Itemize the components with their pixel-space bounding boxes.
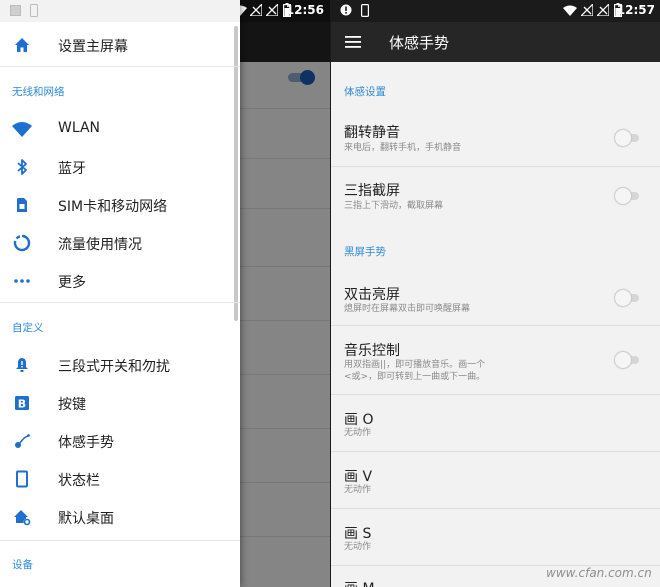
drawer-item-label: 流量使用情况 [58, 237, 142, 253]
drawer-item-label: 设置主屏幕 [58, 39, 128, 55]
status-bar-icon [16, 470, 28, 488]
row-divider [331, 166, 660, 167]
drawer-divider [0, 66, 240, 67]
setting-title: 画 M [344, 578, 375, 587]
notification-square-icon [10, 5, 21, 16]
setting-title: 音乐控制 [344, 343, 400, 359]
status-time: 12:56 [285, 3, 324, 17]
wifi-status-icon [563, 5, 577, 16]
status-time: 12:57 [616, 3, 655, 17]
watermark: www.cfan.com.cn [546, 566, 652, 580]
setting-draw-v[interactable]: 画 V 无动作 [331, 452, 660, 508]
drawer-item-label: 按键 [58, 397, 86, 413]
drawer-item-more[interactable]: 更多 [0, 262, 234, 300]
drawer-item-gestures[interactable]: 体感手势 [0, 422, 234, 460]
toggle-switch[interactable] [615, 290, 641, 306]
left-screen: 12:56 设置主屏幕 无线和网络 WLAN 蓝牙 SIM卡和移动网络 流量使用… [0, 0, 330, 587]
setting-three-finger-screenshot[interactable]: 三指截屏 三指上下滑动，截取屏幕 [331, 168, 660, 224]
toggle-switch[interactable] [615, 130, 641, 146]
alert-circle-icon [340, 4, 352, 16]
drawer-item-bluetooth[interactable]: 蓝牙 [0, 148, 234, 186]
toggle-switch[interactable] [615, 188, 641, 204]
bluetooth-icon [17, 159, 27, 175]
setting-title: 双击亮屏 [344, 287, 400, 303]
setting-double-tap-to-wake[interactable]: 双击亮屏 熄屏时在屏幕双击即可唤醒屏幕 [331, 270, 660, 326]
drawer-item-label: 状态栏 [58, 473, 100, 489]
wifi-icon [12, 122, 32, 137]
drawer-item-status-bar[interactable]: 状态栏 [0, 460, 234, 498]
setting-title: 画 S [344, 526, 372, 542]
setting-title: 翻转静音 [344, 125, 400, 141]
drawer-item-buttons[interactable]: B 按键 [0, 384, 234, 422]
no-signal-icon [581, 4, 593, 16]
alert-slider-icon [16, 358, 28, 372]
setting-summary: 用双指画||，即可播放音乐。画一个 [344, 360, 486, 370]
setting-summary: 熄屏时在屏幕双击即可唤醒屏幕 [344, 304, 471, 314]
home-icon [15, 38, 29, 52]
setting-draw-s[interactable]: 画 S 无动作 [331, 509, 660, 565]
status-bar: 12:57 [331, 0, 660, 22]
no-signal-icon [250, 4, 262, 16]
drawer-status-area [0, 0, 240, 22]
drawer-divider [0, 540, 240, 541]
drawer-item-sim-mobile-network[interactable]: SIM卡和移动网络 [0, 186, 234, 224]
toolbar: 体感手势 [331, 22, 660, 62]
drawer-item-default-launcher[interactable]: 默认桌面 [0, 498, 234, 536]
setting-music-control[interactable]: 音乐控制 用双指画||，即可播放音乐。画一个 <或>，即可转到上一曲或下一曲。 [331, 326, 660, 394]
default-home-icon [14, 510, 31, 526]
setting-title: 画 V [344, 469, 373, 485]
setting-draw-o[interactable]: 画 O 无动作 [331, 395, 660, 451]
setting-summary: 无动作 [344, 428, 372, 438]
section-header-wireless: 无线和网络 [12, 86, 65, 98]
sim-card-icon [17, 198, 27, 212]
notification-phone-icon [361, 4, 369, 17]
setting-summary: 来电后，翻转手机，手机静音 [344, 143, 462, 153]
drawer-scrollbar[interactable] [234, 26, 238, 321]
drawer-item-label: 蓝牙 [58, 161, 86, 177]
section-header-device: 设备 [12, 559, 33, 571]
svg-text:B: B [18, 398, 26, 411]
more-icon [14, 279, 30, 283]
drawer-divider [0, 302, 240, 303]
setting-summary-line-2: <或>，即可转到上一曲或下一曲。 [344, 372, 486, 382]
menu-icon[interactable] [345, 34, 363, 50]
no-signal-icon [266, 4, 278, 16]
setting-flip-to-mute[interactable]: 翻转静音 来电后，翻转手机，手机静音 [331, 112, 660, 168]
section-header-customize: 自定义 [12, 322, 44, 334]
navigation-drawer: 设置主屏幕 无线和网络 WLAN 蓝牙 SIM卡和移动网络 流量使用情况 更多 … [0, 0, 240, 587]
page-title: 体感手势 [389, 34, 450, 52]
setting-title: 三指截屏 [344, 183, 400, 199]
drawer-item-label: 更多 [58, 275, 86, 291]
drawer-item-label: 三段式开关和勿扰 [58, 359, 170, 375]
section-header-screen-off-gestures: 黑屏手势 [344, 246, 386, 258]
toggle-switch[interactable] [615, 352, 641, 368]
setting-title: 画 O [344, 412, 374, 428]
drawer-item-alert-slider[interactable]: 三段式开关和勿扰 [0, 346, 234, 384]
data-usage-icon [13, 234, 31, 252]
setting-summary: 无动作 [344, 542, 372, 552]
drawer-item-data-usage[interactable]: 流量使用情况 [0, 224, 234, 262]
drawer-item-wlan[interactable]: WLAN [0, 110, 234, 148]
buttons-icon: B [15, 396, 29, 411]
setting-summary: 三指上下滑动，截取屏幕 [344, 201, 444, 211]
drawer-item-label: 默认桌面 [58, 511, 114, 527]
drawer-item-label: 体感手势 [58, 435, 114, 451]
drawer-item-label: SIM卡和移动网络 [58, 199, 168, 215]
right-screen: 12:57 体感手势 体感设置 翻转静音 来电后，翻转手机，手机静音 三指截屏 … [330, 0, 660, 587]
section-header-motion-settings: 体感设置 [344, 86, 386, 98]
setting-summary: 无动作 [344, 485, 372, 495]
gestures-icon [15, 434, 30, 448]
drawer-item-set-home-screen[interactable]: 设置主屏幕 [0, 26, 234, 64]
notification-phone-icon [30, 4, 38, 17]
no-signal-icon [597, 4, 609, 16]
drawer-item-label: WLAN [58, 120, 101, 136]
